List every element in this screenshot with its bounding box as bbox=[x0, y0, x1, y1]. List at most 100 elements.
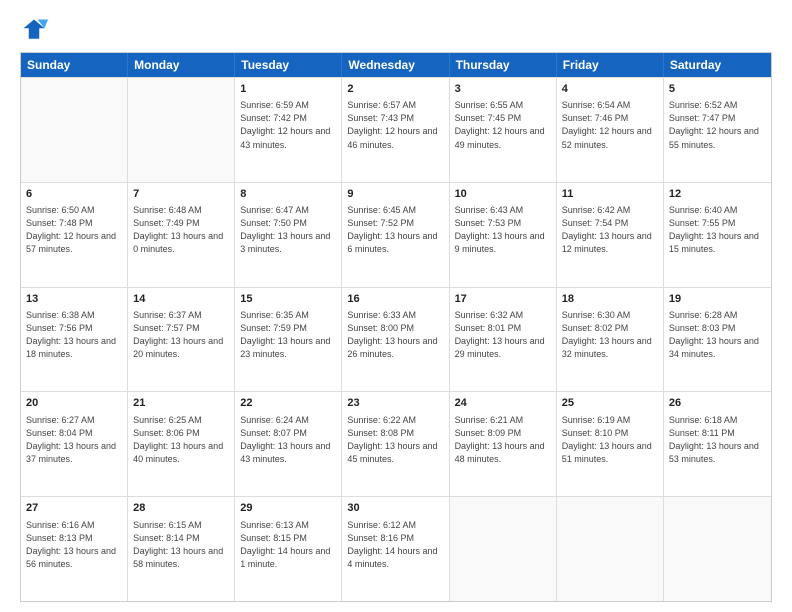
calendar-header-cell: Wednesday bbox=[342, 53, 449, 77]
calendar-day-cell: 27Sunrise: 6:16 AM Sunset: 8:13 PM Dayli… bbox=[21, 497, 128, 601]
day-number: 21 bbox=[133, 396, 229, 411]
day-info: Sunrise: 6:47 AM Sunset: 7:50 PM Dayligh… bbox=[240, 204, 336, 256]
calendar-week-row: 13 Sunrise: 6:38 AM Sunset: 7:56 PM Dayli… bbox=[21, 287, 771, 392]
calendar-day-cell: 5 Sunrise: 6:52 AM Sunset: 7:47 PM Daylig… bbox=[664, 78, 771, 182]
day-number: 28 bbox=[133, 501, 229, 516]
logo-icon bbox=[20, 16, 48, 44]
day-info: Sunrise: 6:18 AM Sunset: 8:11 PM Dayligh… bbox=[669, 414, 766, 466]
day-number: 5 bbox=[669, 82, 766, 97]
calendar-header-cell: Saturday bbox=[664, 53, 771, 77]
calendar-week-row: 20 Sunrise: 6:27 AM Sunset: 8:04 PM Dayli… bbox=[21, 391, 771, 496]
day-number: 2 bbox=[347, 82, 443, 97]
day-number: 7 bbox=[133, 187, 229, 202]
day-number: 4 bbox=[562, 82, 658, 97]
day-number: 20 bbox=[26, 396, 122, 411]
day-info: Sunrise: 6:21 AM Sunset: 8:09 PM Dayligh… bbox=[455, 414, 551, 466]
calendar-header-cell: Monday bbox=[128, 53, 235, 77]
calendar-day-cell: 7Sunrise: 6:48 AM Sunset: 7:49 PM Daylig… bbox=[128, 183, 235, 287]
day-number: 27 bbox=[26, 501, 122, 516]
calendar-day-cell: 9 Sunrise: 6:45 AM Sunset: 7:52 PM Daylig… bbox=[342, 183, 449, 287]
calendar-day-cell: 15 Sunrise: 6:35 AM Sunset: 7:59 PM Dayli… bbox=[235, 288, 342, 392]
day-number: 19 bbox=[669, 292, 766, 307]
calendar-day-cell: 23 Sunrise: 6:22 AM Sunset: 8:08 PM Dayli… bbox=[342, 392, 449, 496]
calendar-day-cell bbox=[450, 497, 557, 601]
logo bbox=[20, 16, 52, 44]
calendar-day-cell: 25 Sunrise: 6:19 AM Sunset: 8:10 PM Dayli… bbox=[557, 392, 664, 496]
day-info: Sunrise: 6:15 AM Sunset: 8:14 PM Dayligh… bbox=[133, 519, 229, 571]
day-info: Sunrise: 6:50 AM Sunset: 7:48 PM Dayligh… bbox=[26, 204, 122, 256]
day-number: 3 bbox=[455, 82, 551, 97]
day-info: Sunrise: 6:57 AM Sunset: 7:43 PM Dayligh… bbox=[347, 99, 443, 151]
day-info: Sunrise: 6:19 AM Sunset: 8:10 PM Dayligh… bbox=[562, 414, 658, 466]
day-info: Sunrise: 6:22 AM Sunset: 8:08 PM Dayligh… bbox=[347, 414, 443, 466]
calendar-day-cell: 24Sunrise: 6:21 AM Sunset: 8:09 PM Dayli… bbox=[450, 392, 557, 496]
day-number: 25 bbox=[562, 396, 658, 411]
calendar-day-cell: 14 Sunrise: 6:37 AM Sunset: 7:57 PM Dayli… bbox=[128, 288, 235, 392]
day-number: 26 bbox=[669, 396, 766, 411]
calendar-day-cell: 8 Sunrise: 6:47 AM Sunset: 7:50 PM Daylig… bbox=[235, 183, 342, 287]
calendar-day-cell: 1 Sunrise: 6:59 AM Sunset: 7:42 PM Daylig… bbox=[235, 78, 342, 182]
calendar-day-cell bbox=[664, 497, 771, 601]
header bbox=[20, 16, 772, 44]
day-info: Sunrise: 6:32 AM Sunset: 8:01 PM Dayligh… bbox=[455, 309, 551, 361]
calendar-day-cell: 16Sunrise: 6:33 AM Sunset: 8:00 PM Dayli… bbox=[342, 288, 449, 392]
day-info: Sunrise: 6:43 AM Sunset: 7:53 PM Dayligh… bbox=[455, 204, 551, 256]
day-info: Sunrise: 6:38 AM Sunset: 7:56 PM Dayligh… bbox=[26, 309, 122, 361]
day-number: 6 bbox=[26, 187, 122, 202]
calendar-week-row: 1 Sunrise: 6:59 AM Sunset: 7:42 PM Daylig… bbox=[21, 77, 771, 182]
day-info: Sunrise: 6:54 AM Sunset: 7:46 PM Dayligh… bbox=[562, 99, 658, 151]
calendar-header-cell: Thursday bbox=[450, 53, 557, 77]
calendar-day-cell: 19 Sunrise: 6:28 AM Sunset: 8:03 PM Dayli… bbox=[664, 288, 771, 392]
calendar-day-cell bbox=[21, 78, 128, 182]
day-number: 30 bbox=[347, 501, 443, 516]
calendar-week-row: 27Sunrise: 6:16 AM Sunset: 8:13 PM Dayli… bbox=[21, 496, 771, 601]
calendar-header-cell: Sunday bbox=[21, 53, 128, 77]
day-number: 29 bbox=[240, 501, 336, 516]
calendar-day-cell: 2 Sunrise: 6:57 AM Sunset: 7:43 PM Daylig… bbox=[342, 78, 449, 182]
calendar-day-cell: 10 Sunrise: 6:43 AM Sunset: 7:53 PM Dayli… bbox=[450, 183, 557, 287]
day-number: 17 bbox=[455, 292, 551, 307]
day-number: 15 bbox=[240, 292, 336, 307]
calendar-week-row: 6 Sunrise: 6:50 AM Sunset: 7:48 PM Daylig… bbox=[21, 182, 771, 287]
calendar-header-cell: Tuesday bbox=[235, 53, 342, 77]
day-number: 8 bbox=[240, 187, 336, 202]
calendar-day-cell: 29Sunrise: 6:13 AM Sunset: 8:15 PM Dayli… bbox=[235, 497, 342, 601]
day-number: 9 bbox=[347, 187, 443, 202]
calendar: SundayMondayTuesdayWednesdayThursdayFrid… bbox=[20, 52, 772, 602]
calendar-header-cell: Friday bbox=[557, 53, 664, 77]
calendar-day-cell: 13 Sunrise: 6:38 AM Sunset: 7:56 PM Dayli… bbox=[21, 288, 128, 392]
day-number: 11 bbox=[562, 187, 658, 202]
day-info: Sunrise: 6:52 AM Sunset: 7:47 PM Dayligh… bbox=[669, 99, 766, 151]
calendar-header-row: SundayMondayTuesdayWednesdayThursdayFrid… bbox=[21, 53, 771, 77]
day-number: 12 bbox=[669, 187, 766, 202]
calendar-day-cell: 22Sunrise: 6:24 AM Sunset: 8:07 PM Dayli… bbox=[235, 392, 342, 496]
calendar-day-cell bbox=[557, 497, 664, 601]
day-info: Sunrise: 6:42 AM Sunset: 7:54 PM Dayligh… bbox=[562, 204, 658, 256]
day-number: 1 bbox=[240, 82, 336, 97]
day-info: Sunrise: 6:30 AM Sunset: 8:02 PM Dayligh… bbox=[562, 309, 658, 361]
calendar-day-cell: 21 Sunrise: 6:25 AM Sunset: 8:06 PM Dayli… bbox=[128, 392, 235, 496]
day-info: Sunrise: 6:35 AM Sunset: 7:59 PM Dayligh… bbox=[240, 309, 336, 361]
calendar-day-cell: 28 Sunrise: 6:15 AM Sunset: 8:14 PM Dayli… bbox=[128, 497, 235, 601]
day-info: Sunrise: 6:40 AM Sunset: 7:55 PM Dayligh… bbox=[669, 204, 766, 256]
calendar-day-cell bbox=[128, 78, 235, 182]
day-info: Sunrise: 6:25 AM Sunset: 8:06 PM Dayligh… bbox=[133, 414, 229, 466]
calendar-day-cell: 3 Sunrise: 6:55 AM Sunset: 7:45 PM Daylig… bbox=[450, 78, 557, 182]
day-number: 23 bbox=[347, 396, 443, 411]
day-info: Sunrise: 6:37 AM Sunset: 7:57 PM Dayligh… bbox=[133, 309, 229, 361]
day-number: 10 bbox=[455, 187, 551, 202]
day-info: Sunrise: 6:45 AM Sunset: 7:52 PM Dayligh… bbox=[347, 204, 443, 256]
day-number: 22 bbox=[240, 396, 336, 411]
calendar-day-cell: 17 Sunrise: 6:32 AM Sunset: 8:01 PM Dayli… bbox=[450, 288, 557, 392]
day-info: Sunrise: 6:27 AM Sunset: 8:04 PM Dayligh… bbox=[26, 414, 122, 466]
calendar-day-cell: 30Sunrise: 6:12 AM Sunset: 8:16 PM Dayli… bbox=[342, 497, 449, 601]
day-info: Sunrise: 6:28 AM Sunset: 8:03 PM Dayligh… bbox=[669, 309, 766, 361]
day-info: Sunrise: 6:55 AM Sunset: 7:45 PM Dayligh… bbox=[455, 99, 551, 151]
calendar-body: 1 Sunrise: 6:59 AM Sunset: 7:42 PM Daylig… bbox=[21, 77, 771, 601]
day-number: 13 bbox=[26, 292, 122, 307]
day-info: Sunrise: 6:33 AM Sunset: 8:00 PM Dayligh… bbox=[347, 309, 443, 361]
day-number: 14 bbox=[133, 292, 229, 307]
calendar-day-cell: 6 Sunrise: 6:50 AM Sunset: 7:48 PM Daylig… bbox=[21, 183, 128, 287]
day-info: Sunrise: 6:59 AM Sunset: 7:42 PM Dayligh… bbox=[240, 99, 336, 151]
calendar-day-cell: 12 Sunrise: 6:40 AM Sunset: 7:55 PM Dayli… bbox=[664, 183, 771, 287]
